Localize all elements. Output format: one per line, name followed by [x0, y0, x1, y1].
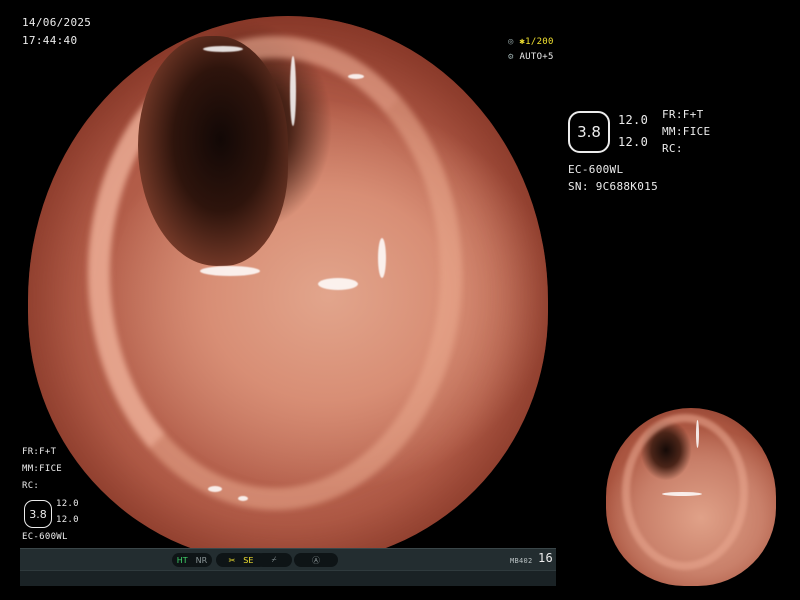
circle-a-indicator: Ⓐ [294, 553, 338, 567]
rc-label: RC: [22, 481, 40, 491]
slash-indicator: ⌿ [256, 553, 292, 567]
shutter-indicator: ◎ ✱1/200 [508, 36, 554, 49]
rc-label: RC: [662, 142, 683, 155]
enhancement-badge: 3.8 [24, 500, 52, 528]
specular-highlight [200, 266, 260, 276]
nr-label: NR [195, 555, 208, 565]
zoom-value-2: 12.0 [56, 515, 79, 525]
scissors-icon: ✂ [228, 555, 236, 565]
specular-highlight [348, 74, 364, 79]
mode-label: MM:FICE [662, 125, 711, 138]
specular-highlight [208, 486, 222, 492]
focus-icon: ◎ [508, 37, 514, 47]
specular-highlight [318, 278, 358, 290]
circle-a-icon: Ⓐ [312, 555, 320, 565]
scope-model-label: EC-600WL [22, 532, 68, 542]
status-strip [20, 570, 556, 586]
auto-icon: ⚙ [508, 52, 514, 62]
ht-nr-indicator: HT NR [172, 553, 212, 567]
zoom-value-1: 12.0 [618, 113, 649, 127]
endoscopy-thumbnail-view [606, 408, 776, 586]
slash-icon: ⌿ [271, 555, 277, 564]
device-code: MB402 [510, 557, 533, 565]
time-label: 17:44:40 [22, 34, 78, 47]
scope-model-label: EC-600WL [568, 163, 624, 176]
frame-rate-label: FR:F+T [22, 447, 57, 457]
shutter-value: 1/200 [525, 37, 554, 47]
specular-highlight [203, 46, 243, 52]
specular-highlight [378, 238, 386, 278]
ht-label: HT [176, 555, 188, 565]
specular-highlight [662, 492, 702, 496]
date-label: 14/06/2025 [22, 16, 92, 29]
frame-number: 16 [538, 551, 554, 565]
serial-number-label: SN: 9C688K015 [568, 180, 658, 193]
frame-rate-label: FR:F+T [662, 108, 704, 121]
specular-highlight [290, 56, 296, 126]
zoom-value-2: 12.0 [618, 135, 649, 149]
auto-exposure-value: AUTO+5 [519, 52, 554, 62]
zoom-value-1: 12.0 [56, 499, 79, 509]
badge-value: 3.8 [577, 123, 601, 141]
status-bar: HT NR ✂ SE ⌿ Ⓐ MB402 16 [20, 548, 556, 586]
endoscopy-main-view [28, 16, 548, 564]
specular-highlight [696, 420, 699, 448]
auto-exposure-indicator: ⚙ AUTO+5 [508, 51, 554, 64]
enhancement-badge: 3.8 [568, 111, 610, 153]
mode-label: MM:FICE [22, 464, 63, 474]
specular-highlight [238, 496, 248, 501]
se-label: SE [243, 555, 254, 565]
badge-value: 3.8 [29, 507, 47, 521]
